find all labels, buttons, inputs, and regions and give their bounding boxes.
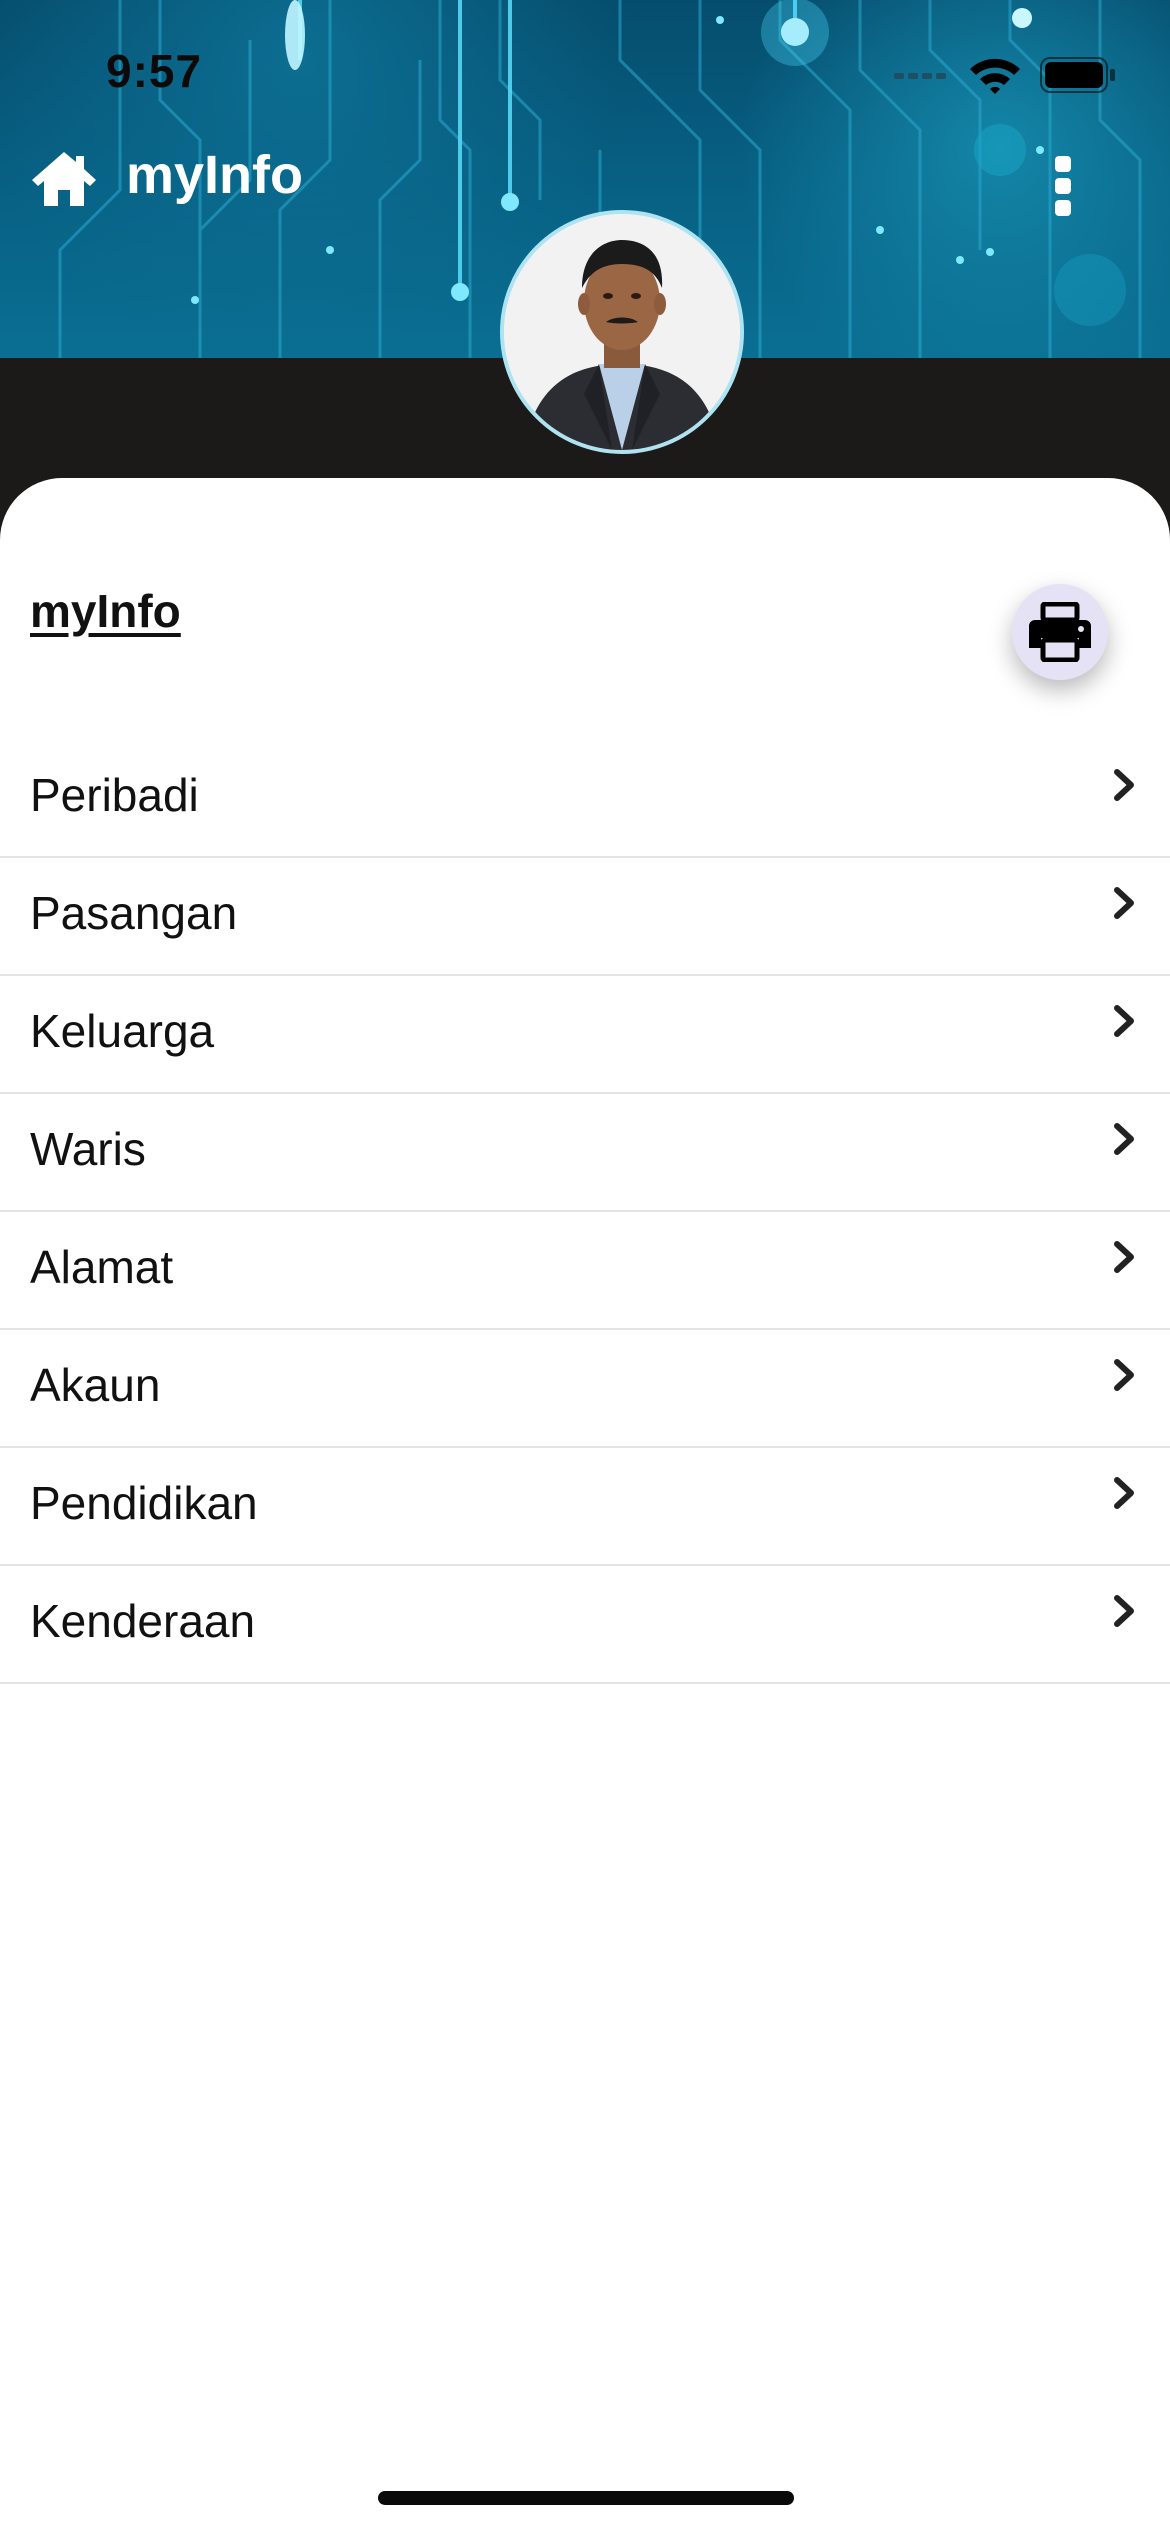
menu-item-label: Kenderaan xyxy=(30,1595,256,1647)
screen: 9:57 myInfo myInfo Peribadi Pasangan Kel… xyxy=(0,0,1170,2532)
profile-photo xyxy=(504,214,740,450)
home-indicator xyxy=(378,2491,794,2505)
menu-item-label: Pendidikan xyxy=(30,1477,258,1529)
chevron-right-icon xyxy=(1114,1005,1134,1037)
chevron-right-icon xyxy=(1114,1241,1134,1273)
menu-item-label: Pasangan xyxy=(30,887,238,939)
menu-item-waris[interactable]: Waris xyxy=(0,1094,1170,1212)
menu-item-label: Akaun xyxy=(30,1359,161,1411)
battery-icon xyxy=(1040,57,1115,93)
chevron-right-icon xyxy=(1114,1123,1134,1155)
menu-item-kenderaan[interactable]: Kenderaan xyxy=(0,1566,1170,1684)
menu-item-label: Alamat xyxy=(30,1241,174,1293)
status-icons xyxy=(894,52,1116,98)
printer-icon xyxy=(1029,602,1091,662)
menu-list: Peribadi Pasangan Keluarga Waris Alamat … xyxy=(0,740,1170,1684)
menu-item-keluarga[interactable]: Keluarga xyxy=(0,976,1170,1094)
menu-item-pasangan[interactable]: Pasangan xyxy=(0,858,1170,976)
chevron-right-icon xyxy=(1114,1477,1134,1509)
chevron-right-icon xyxy=(1114,887,1134,919)
home-icon[interactable] xyxy=(30,148,98,208)
menu-item-pendidikan[interactable]: Pendidikan xyxy=(0,1448,1170,1566)
section-title[interactable]: myInfo xyxy=(30,584,181,638)
signal-icon xyxy=(894,73,946,79)
chevron-right-icon xyxy=(1114,1595,1134,1627)
wifi-icon xyxy=(970,58,1020,94)
menu-item-label: Keluarga xyxy=(30,1005,215,1057)
menu-item-alamat[interactable]: Alamat xyxy=(0,1212,1170,1330)
avatar[interactable] xyxy=(500,210,744,454)
status-time: 9:57 xyxy=(106,45,203,97)
chevron-right-icon xyxy=(1114,769,1134,801)
more-vertical-icon[interactable] xyxy=(1046,156,1080,216)
print-button[interactable] xyxy=(1012,584,1108,680)
app-title: myInfo xyxy=(126,145,304,205)
menu-item-peribadi[interactable]: Peribadi xyxy=(0,740,1170,858)
chevron-right-icon xyxy=(1114,1359,1134,1391)
menu-item-label: Waris xyxy=(30,1123,146,1175)
menu-item-akaun[interactable]: Akaun xyxy=(0,1330,1170,1448)
menu-item-label: Peribadi xyxy=(30,769,199,821)
